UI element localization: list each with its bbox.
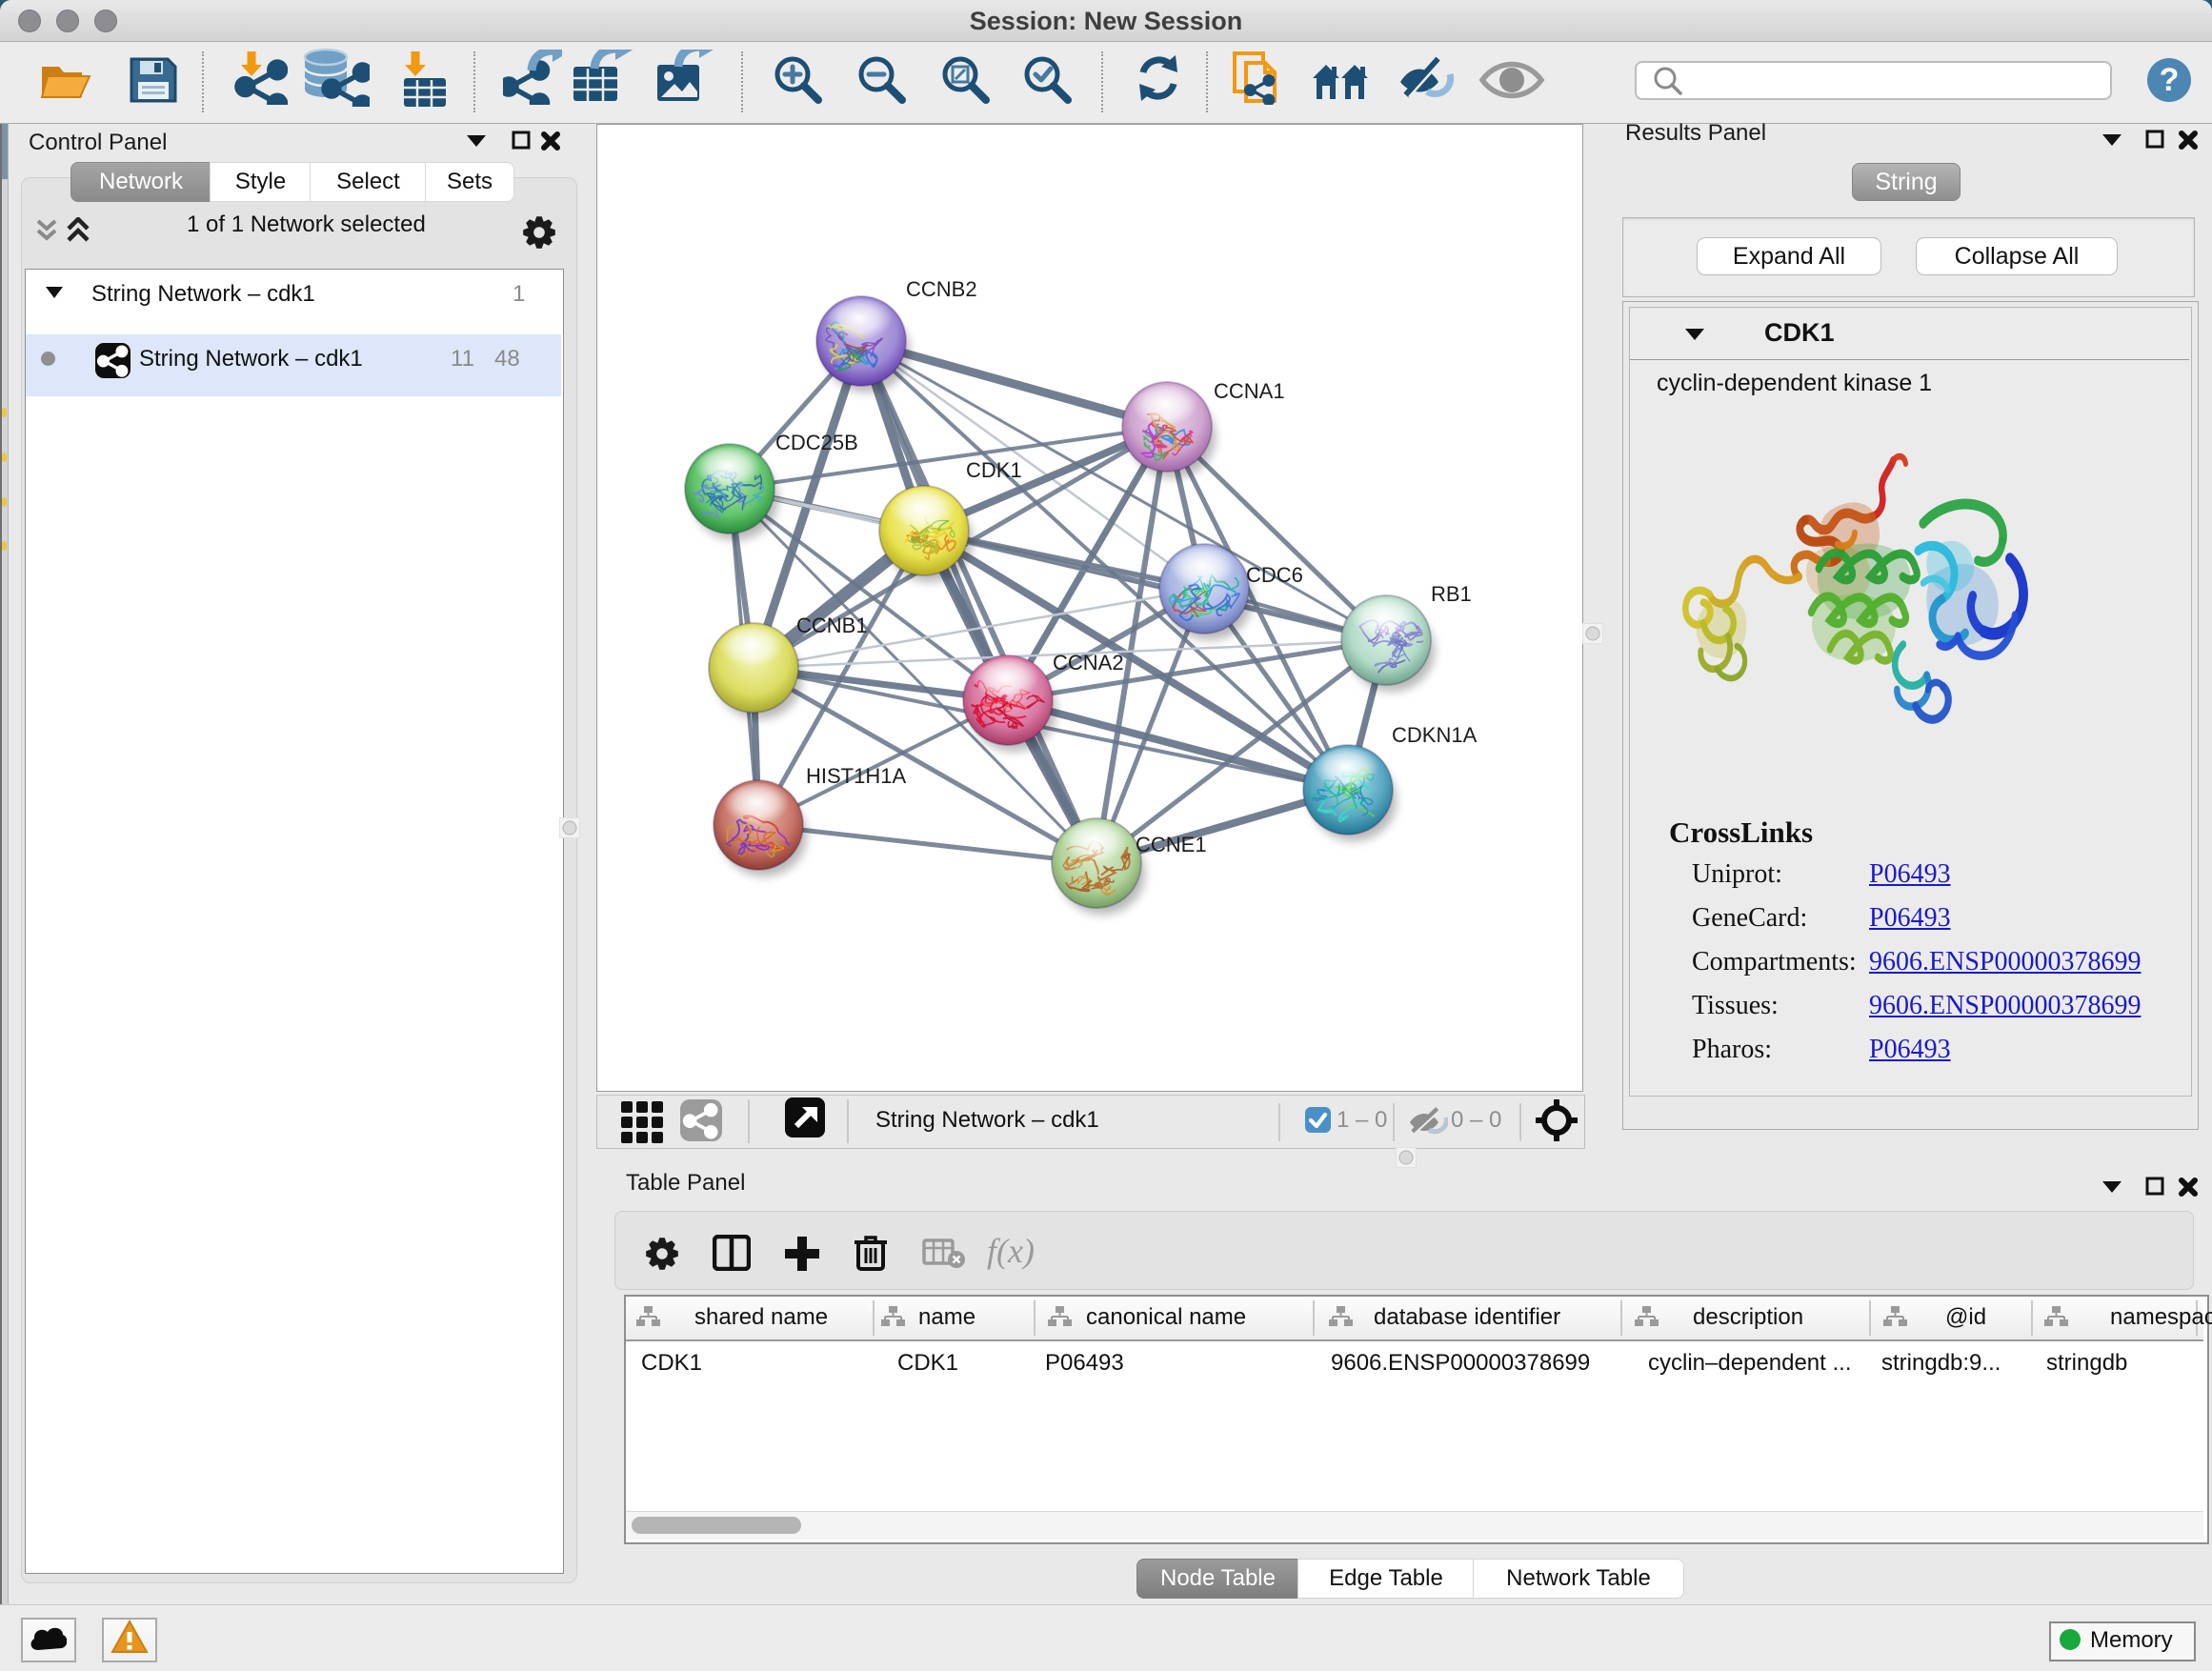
svg-text:CCNA1: CCNA1 (1214, 379, 1285, 403)
svg-text:CDC25B: CDC25B (775, 431, 858, 454)
svg-text:CCNB2: CCNB2 (906, 277, 977, 301)
svg-text:?: ? (2160, 62, 2180, 98)
svg-text:CCNA2: CCNA2 (1053, 651, 1124, 674)
svg-text:CDK1: CDK1 (966, 458, 1022, 482)
svg-text:CDC6: CDC6 (1246, 563, 1303, 587)
svg-text:HIST1H1A: HIST1H1A (806, 764, 906, 788)
svg-text:RB1: RB1 (1431, 582, 1472, 606)
svg-text:CCNE1: CCNE1 (1136, 833, 1207, 856)
svg-text:CDKN1A: CDKN1A (1392, 723, 1478, 747)
svg-text:CCNB1: CCNB1 (796, 614, 868, 637)
